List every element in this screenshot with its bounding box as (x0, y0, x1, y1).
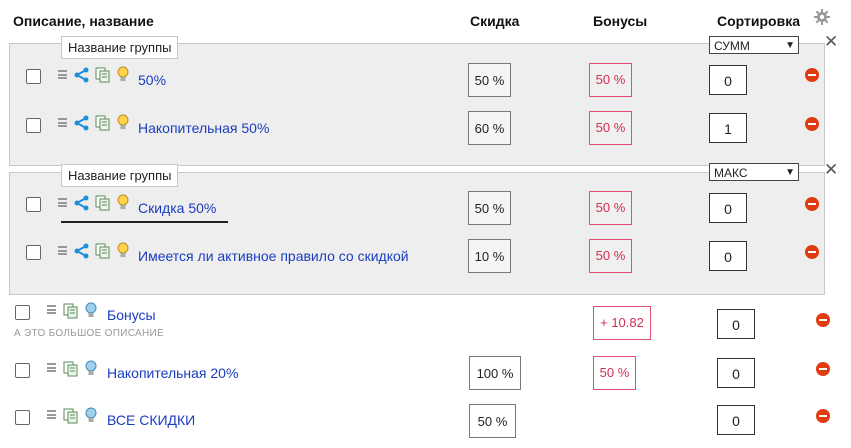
drag-handle-icon[interactable] (58, 70, 67, 79)
row-name-link[interactable]: Накопительная 20% (107, 365, 238, 381)
share-icon[interactable] (74, 195, 90, 214)
delete-icon[interactable] (805, 68, 819, 82)
discount-field[interactable]: 100 % (469, 356, 521, 390)
row-checkbox[interactable] (26, 245, 41, 260)
lightbulb-icon[interactable] (84, 302, 98, 322)
row-checkbox[interactable] (26, 197, 41, 212)
drag-handle-icon[interactable] (47, 305, 56, 314)
copy-icon[interactable] (95, 243, 110, 262)
lightbulb-icon[interactable] (84, 360, 98, 380)
group-2-mode-select[interactable]: МАКС ▼ (709, 163, 799, 181)
row-name-link[interactable]: Скидка 50% (138, 200, 216, 216)
chevron-down-icon: ▼ (785, 40, 795, 51)
group-2-name[interactable]: Название группы (61, 164, 179, 187)
lightbulb-icon[interactable] (116, 242, 130, 262)
sort-input[interactable]: 0 (709, 193, 747, 223)
copy-icon[interactable] (63, 361, 78, 380)
delete-icon[interactable] (805, 245, 819, 259)
row-checkbox[interactable] (15, 363, 30, 378)
delete-icon[interactable] (816, 409, 830, 423)
share-icon[interactable] (74, 115, 90, 134)
group-1-mode-select[interactable]: СУММ ▼ (709, 36, 799, 54)
drag-handle-icon[interactable] (47, 363, 56, 372)
group-1-mode-value: СУММ (714, 39, 750, 53)
row-name-link[interactable]: Бонусы (107, 307, 156, 323)
drag-handle-icon[interactable] (58, 246, 67, 255)
sort-input[interactable]: 0 (717, 405, 755, 435)
row-description: А ЭТО БОЛЬШОЕ ОПИСАНИЕ (14, 328, 164, 339)
close-icon[interactable]: ✕ (824, 161, 838, 178)
bonus-field[interactable]: 50 % (589, 63, 632, 97)
close-icon[interactable]: ✕ (824, 33, 838, 50)
header-discount: Скидка (470, 13, 520, 29)
copy-icon[interactable] (95, 67, 110, 86)
copy-icon[interactable] (63, 408, 78, 427)
copy-icon[interactable] (63, 303, 78, 322)
bonus-field[interactable]: 50 % (593, 356, 636, 390)
sort-input[interactable]: 0 (709, 65, 747, 95)
discount-field[interactable]: 50 % (468, 63, 511, 97)
copy-icon[interactable] (95, 195, 110, 214)
sort-input[interactable]: 1 (709, 113, 747, 143)
lightbulb-icon[interactable] (116, 114, 130, 134)
header-bonuses: Бонусы (593, 13, 648, 29)
share-icon[interactable] (74, 67, 90, 86)
lightbulb-icon[interactable] (116, 66, 130, 86)
drag-handle-icon[interactable] (47, 410, 56, 419)
bonus-field[interactable]: + 10.82 (593, 306, 651, 340)
copy-icon[interactable] (95, 115, 110, 134)
group-1 (9, 43, 825, 166)
row-name-link[interactable]: 50% (138, 72, 166, 88)
gear-icon[interactable] (813, 8, 831, 29)
drag-handle-icon[interactable] (58, 198, 67, 207)
row-name-link[interactable]: ВСЕ СКИДКИ (107, 412, 195, 428)
drag-handle-icon[interactable] (58, 118, 67, 127)
discount-field[interactable]: 60 % (468, 111, 511, 145)
discount-field[interactable]: 10 % (468, 239, 511, 273)
sort-input[interactable]: 0 (717, 309, 755, 339)
header-sort: Сортировка (717, 13, 800, 29)
lightbulb-icon[interactable] (84, 407, 98, 427)
row-checkbox[interactable] (26, 118, 41, 133)
bonus-field[interactable]: 50 % (589, 111, 632, 145)
header-description: Описание, название (13, 13, 154, 29)
chevron-down-icon: ▼ (785, 167, 795, 178)
sort-input[interactable]: 0 (717, 358, 755, 388)
delete-icon[interactable] (805, 117, 819, 131)
row-checkbox[interactable] (15, 305, 30, 320)
group-2 (9, 172, 825, 295)
group-1-name[interactable]: Название группы (61, 36, 179, 59)
group-2-mode-value: МАКС (714, 166, 748, 180)
delete-icon[interactable] (816, 362, 830, 376)
bonus-field[interactable]: 50 % (589, 239, 632, 273)
row-checkbox[interactable] (15, 410, 30, 425)
lightbulb-icon[interactable] (116, 194, 130, 214)
row-name-link[interactable]: Накопительная 50% (138, 120, 269, 136)
sort-input[interactable]: 0 (709, 241, 747, 271)
row-name-link[interactable]: Имеется ли активное правило со скидкой (138, 248, 409, 264)
discount-field[interactable]: 50 % (469, 404, 516, 438)
row-checkbox[interactable] (26, 69, 41, 84)
discount-field[interactable]: 50 % (468, 191, 511, 225)
delete-icon[interactable] (816, 313, 830, 327)
delete-icon[interactable] (805, 197, 819, 211)
bonus-field[interactable]: 50 % (589, 191, 632, 225)
drag-indicator (61, 221, 228, 223)
share-icon[interactable] (74, 243, 90, 262)
